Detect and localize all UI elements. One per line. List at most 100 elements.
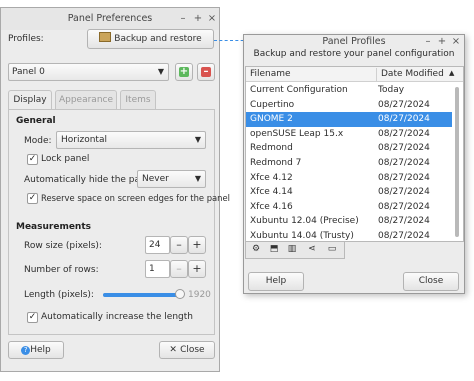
general-heading: General — [16, 116, 56, 126]
length-label: Length (pixels): — [24, 290, 94, 300]
list-scrollbar[interactable] — [452, 83, 463, 241]
rows-input[interactable]: 1 — [145, 260, 170, 278]
row-filename: Redmond — [250, 143, 293, 154]
profiles-label: Profiles: — [8, 34, 44, 44]
row-date: Today — [378, 85, 405, 95]
minimize-icon[interactable]: – — [177, 12, 189, 26]
lock-panel-checkbox[interactable]: ✓ — [27, 154, 38, 165]
column-header-date[interactable]: Date Modified — [381, 69, 444, 79]
table-row[interactable]: Redmond 08/27/2024 — [246, 141, 452, 156]
row-size-label: Row size (pixels): — [24, 241, 102, 251]
rows-decrement-button[interactable]: – — [170, 260, 188, 278]
mode-select[interactable]: Horizontal ▼ — [56, 131, 206, 149]
row-filename: Xfce 4.16 — [250, 201, 293, 212]
maximize-icon[interactable]: + — [436, 35, 448, 49]
profiles-toolbar: ⚙ ⬒ ▥ ⋖ ▭ — [245, 242, 345, 259]
row-filename: Xubuntu 12.04 (Precise) — [250, 216, 359, 227]
backup-icon — [99, 32, 112, 42]
panel-select[interactable]: Panel 0 ▼ — [8, 63, 169, 81]
save-icon[interactable]: ⬒ — [266, 242, 282, 257]
rows-increment-button[interactable]: + — [188, 260, 206, 278]
row-size-input[interactable]: 24 — [145, 236, 170, 254]
tab-appearance[interactable]: Appearance — [55, 90, 117, 109]
table-row[interactable]: Xubuntu 14.04 (Trusty) 08/27/2024 — [246, 229, 452, 241]
share-icon[interactable]: ⋖ — [304, 242, 320, 257]
length-slider-fill — [103, 293, 180, 297]
length-slider[interactable] — [103, 289, 185, 299]
close-icon: ✕ — [169, 345, 181, 355]
table-row[interactable]: Redmond 7 08/27/2024 — [246, 156, 452, 171]
sort-arrow-icon: ▲ — [449, 69, 455, 77]
maximize-icon[interactable]: + — [192, 12, 204, 26]
remove-panel-button[interactable]: – — [197, 63, 215, 81]
close-icon[interactable]: × — [206, 12, 218, 26]
profiles-titlebar[interactable]: Panel Profiles – + × — [244, 35, 464, 49]
row-date: 08/27/2024 — [378, 143, 430, 154]
help-icon: ? — [21, 346, 31, 355]
rows-label: Number of rows: — [24, 265, 99, 275]
row-size-increment-button[interactable]: + — [188, 236, 206, 254]
scrollbar-thumb[interactable] — [455, 87, 459, 237]
backup-restore-button[interactable]: Backup and restore — [87, 29, 214, 49]
prefs-titlebar[interactable]: Panel Preferences – + × — [1, 8, 219, 30]
row-filename: openSUSE Leap 15.x — [250, 128, 344, 139]
chevron-down-icon: ▼ — [194, 135, 201, 144]
row-filename: Xfce 4.14 — [250, 187, 293, 198]
row-size-decrement-button[interactable]: – — [170, 236, 188, 254]
tab-items[interactable]: Items — [120, 90, 156, 109]
plus-icon: + — [179, 66, 189, 77]
table-row[interactable]: Xfce 4.12 08/27/2024 — [246, 171, 452, 186]
table-row[interactable]: Xfce 4.16 08/27/2024 — [246, 200, 452, 215]
column-divider — [376, 68, 377, 81]
profiles-list[interactable]: Filename Date Modified ▲ Current Configu… — [245, 66, 464, 242]
row-date: 08/27/2024 — [378, 231, 430, 241]
profiles-close-button[interactable]: Close — [403, 272, 459, 291]
prefs-window-title: Panel Preferences — [67, 13, 153, 24]
table-row[interactable]: GNOME 2 08/27/2024 — [246, 112, 452, 127]
mode-label: Mode: — [24, 136, 52, 146]
auto-increase-checkbox[interactable]: ✓ — [27, 312, 38, 323]
reserve-space-checkbox[interactable]: ✓ — [27, 193, 38, 204]
autohide-select[interactable]: Never ▼ — [137, 170, 206, 188]
trash-icon[interactable]: ▥ — [284, 242, 300, 257]
row-filename: Xfce 4.12 — [250, 172, 293, 183]
table-row[interactable]: openSUSE Leap 15.x 08/27/2024 — [246, 127, 452, 142]
measurements-heading: Measurements — [16, 222, 91, 232]
length-slider-handle[interactable] — [175, 289, 185, 299]
row-date: 08/27/2024 — [378, 158, 430, 168]
row-filename: Xubuntu 14.04 (Trusty) — [250, 231, 354, 241]
reserve-space-label: Reserve space on screen edges for the pa… — [41, 193, 230, 203]
row-date: 08/27/2024 — [378, 114, 430, 125]
minus-icon: – — [201, 67, 211, 77]
row-date: 08/27/2024 — [378, 216, 430, 227]
chevron-down-icon: ▼ — [157, 67, 164, 76]
profiles-help-button[interactable]: Help — [248, 272, 304, 291]
list-header: Filename Date Modified ▲ — [246, 67, 463, 82]
row-date: 08/27/2024 — [378, 128, 430, 139]
length-value: 1920 — [188, 290, 211, 300]
minimize-icon[interactable]: – — [422, 35, 434, 49]
folder-icon[interactable]: ▭ — [324, 242, 340, 257]
prefs-help-button[interactable]: ? Help — [8, 341, 64, 359]
row-filename: Redmond 7 — [250, 158, 302, 168]
profiles-window-title: Panel Profiles — [322, 36, 386, 47]
row-date: 08/27/2024 — [378, 99, 430, 110]
wrench-icon[interactable]: ⚙ — [248, 242, 264, 257]
table-row[interactable]: Xubuntu 12.04 (Precise) 08/27/2024 — [246, 214, 452, 229]
table-row[interactable]: Cupertino 08/27/2024 — [246, 98, 452, 113]
chevron-down-icon: ▼ — [194, 174, 201, 183]
table-row[interactable]: Xfce 4.14 08/27/2024 — [246, 185, 452, 200]
tab-display[interactable]: Display — [8, 90, 52, 110]
column-header-filename[interactable]: Filename — [250, 69, 291, 79]
row-filename: Cupertino — [250, 99, 295, 110]
add-panel-button[interactable]: + — [175, 63, 193, 81]
table-row[interactable]: Current Configuration Today — [246, 83, 452, 98]
auto-increase-label: Automatically increase the length — [41, 312, 193, 322]
row-filename: Current Configuration — [250, 85, 348, 95]
lock-panel-label: Lock panel — [41, 154, 90, 164]
prefs-close-button[interactable]: ✕ Close — [159, 341, 215, 359]
profiles-subtitle: Backup and restore your panel configurat… — [253, 49, 455, 59]
row-date: 08/27/2024 — [378, 172, 430, 183]
close-icon[interactable]: × — [450, 35, 462, 49]
row-filename: GNOME 2 — [250, 114, 293, 125]
